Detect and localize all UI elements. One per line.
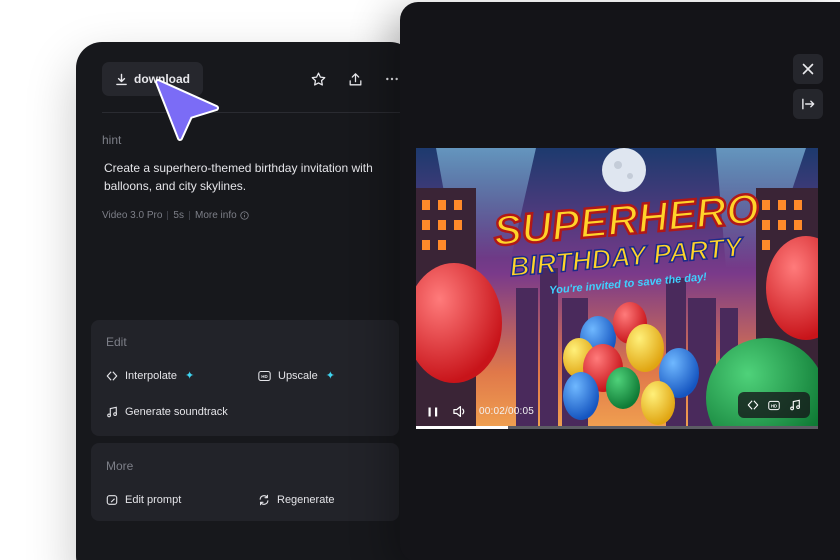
interpolate-label: Interpolate [125, 369, 177, 382]
close-button[interactable] [793, 54, 823, 84]
soundtrack-quick-button[interactable] [789, 399, 801, 411]
upscale-label: Upscale [278, 369, 318, 382]
regenerate-button[interactable]: Regenerate [258, 494, 335, 506]
download-icon [116, 73, 127, 85]
pointer-cursor-icon [155, 79, 219, 141]
generation-meta: Video 3.0 Pro 5s More info [102, 210, 249, 221]
star-icon[interactable] [308, 69, 328, 89]
video-preview-panel: SUPERHERO BIRTHDAY PARTY You're invited … [400, 2, 840, 560]
duration: 5s [173, 210, 184, 221]
more-icon[interactable] [382, 69, 402, 89]
collapse-right-icon [801, 98, 814, 110]
edit-card-title: Edit [106, 335, 127, 349]
playback-time: 00:02/00:05 [479, 406, 535, 417]
share-icon[interactable] [345, 69, 365, 89]
meta-separator [167, 211, 169, 220]
generation-details-panel: download hint Create a superhero-themed … [76, 42, 416, 560]
upscale-quick-button[interactable]: HD [768, 400, 780, 411]
prompt-text: Create a superhero-themed birthday invit… [104, 161, 373, 193]
hint-label: hint [102, 133, 122, 147]
volume-icon [453, 405, 465, 418]
close-icon [802, 63, 814, 75]
more-card-title: More [106, 459, 134, 473]
edit-prompt-icon [106, 495, 118, 505]
video-player[interactable]: SUPERHERO BIRTHDAY PARTY You're invited … [416, 148, 818, 428]
toolbar-divider [102, 112, 402, 113]
info-icon [240, 211, 249, 220]
interpolate-quick-button[interactable] [747, 399, 759, 411]
edit-prompt-button[interactable]: Edit prompt [106, 494, 181, 506]
upscale-button[interactable]: HD Upscale ✦ [258, 369, 335, 382]
meta-separator [188, 211, 190, 220]
more-info-link[interactable]: More info [195, 210, 249, 221]
edit-card: Edit Interpolate ✦ HD Upscale ✦ Generate… [91, 320, 399, 436]
music-note-icon [107, 406, 117, 418]
music-note-icon [790, 399, 801, 411]
video-quick-actions: HD [738, 392, 810, 418]
edit-prompt-label: Edit prompt [125, 494, 182, 506]
interpolate-button[interactable]: Interpolate ✦ [106, 369, 194, 382]
pause-icon [428, 407, 438, 416]
hd-icon: HD [768, 400, 780, 410]
progress-bar[interactable] [416, 426, 818, 429]
video-frame: SUPERHERO BIRTHDAY PARTY You're invited … [416, 148, 818, 428]
pause-button[interactable] [426, 406, 440, 418]
playback-controls: 00:02/00:05 [426, 405, 534, 418]
soundtrack-label: Generate soundtrack [125, 406, 228, 418]
collapse-panel-button[interactable] [793, 89, 823, 119]
generate-soundtrack-button[interactable]: Generate soundtrack [106, 406, 228, 418]
more-info-label: More info [194, 210, 237, 221]
progress-fill [416, 426, 509, 429]
svg-text:HD: HD [771, 403, 777, 408]
hd-icon: HD [258, 370, 271, 381]
volume-button[interactable] [452, 405, 467, 418]
regenerate-icon [259, 494, 269, 506]
svg-text:HD: HD [261, 374, 268, 379]
regenerate-label: Regenerate [277, 494, 335, 506]
sparkle-icon: ✦ [184, 370, 195, 382]
interpolate-icon [747, 400, 758, 410]
model-name: Video 3.0 Pro [102, 210, 163, 221]
sparkle-icon: ✦ [325, 370, 335, 382]
more-card: More Edit prompt Regenerate [91, 443, 399, 521]
interpolate-icon [106, 370, 118, 381]
